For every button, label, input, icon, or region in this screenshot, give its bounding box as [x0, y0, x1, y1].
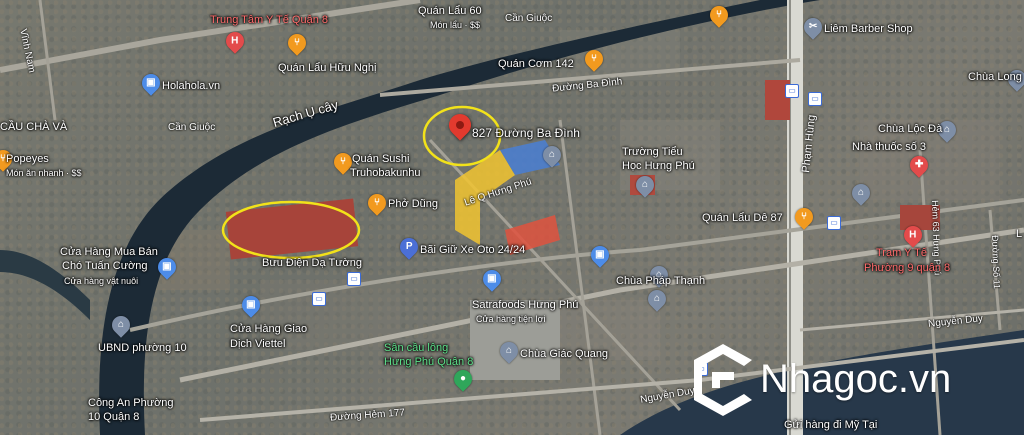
poi-cua-hang-viettel[interactable]: Cửa Hàng Giao [230, 323, 307, 335]
poi-quan-lau-huu-nghi[interactable]: Quán Lẩu Hữu Nghị [278, 62, 376, 74]
poi-quan-sushi[interactable]: Quán Sushi [352, 153, 409, 165]
poi-truong-tieu-hoc[interactable]: Trường Tiểu [622, 146, 683, 158]
poi-chua-loc-da[interactable]: Chùa Lộc Đà [878, 123, 942, 135]
poi-pho-dung[interactable]: Phở Dũng [388, 198, 438, 210]
poi-truong-tieu-hoc-2: Học Hưng Phú [622, 160, 695, 172]
poi-tram-y-te-2: Phường 9 quận 8 [864, 262, 951, 274]
poi-trung-tam-y-te[interactable]: Trung Tâm Y Tế Quận 8 [210, 14, 328, 26]
poi-cua-hang-mua-ban[interactable]: Cửa Hàng Mua Bán [60, 246, 158, 258]
poi-cong-an-2: 10 Quận 8 [88, 411, 140, 423]
poi-ubnd[interactable]: UBND phường 10 [98, 342, 187, 354]
poi-chua-phap-thanh[interactable]: Chùa Pháp Thạnh [616, 275, 705, 287]
bus-icon[interactable]: ▭ [785, 84, 799, 98]
poi-quan-lau-60[interactable]: Quán Lẩu 60 [418, 5, 482, 17]
poi-quan-lau-60-sub: Món lẩu · $$ [430, 20, 481, 30]
road-label-duong-so-11: Đường Số 11 [990, 235, 1002, 290]
poi-827-duong-ba-dinh[interactable]: 827 Đường Ba Đình [472, 127, 580, 139]
poi-cua-hang-viettel-2: Dịch Viettel [230, 338, 286, 350]
poi-cau-cha-va[interactable]: CẦU CHÀ VÀ [0, 121, 67, 133]
poi-cua-hang-mua-ban-sub: Cửa hàng vật nuôi [64, 276, 139, 286]
bus-icon[interactable]: ▭ [347, 272, 361, 286]
poi-popeyes-sub: Món ăn nhanh · $$ [6, 168, 82, 178]
poi-quan-com-142[interactable]: Quán Cơm 142 [498, 58, 574, 70]
poi-satrafoods[interactable]: Satrafoods Hưng Phú [472, 299, 578, 311]
bus-icon[interactable]: ▭ [312, 292, 326, 306]
bus-icon[interactable]: ▭ [827, 216, 841, 230]
nhagoc-logo-text: Nhagoc.vn [760, 357, 952, 401]
poi-san-cau-long-2: Hưng Phú Quận 8 [384, 356, 474, 368]
poi-liem-barber[interactable]: Liêm Barber Shop [824, 23, 913, 35]
poi-quan-lau-de-87[interactable]: Quán Lẩu Dê 87 [702, 212, 783, 224]
poi-bai-giu-xe[interactable]: Bãi Giữ Xe Oto 24/24 [420, 244, 525, 256]
poi-nha-thuoc[interactable]: Nhà thuốc số 3 [852, 141, 926, 153]
poi-tram-y-te[interactable]: Trạm Y Tế [876, 247, 927, 259]
nhagoc-logo-icon [694, 344, 752, 416]
nhagoc-logo: Nhagoc.vn [688, 336, 1018, 426]
poi-popeyes[interactable]: Popeyes [6, 153, 49, 165]
poi-quan-sushi-2: Truhobakunhu [350, 167, 421, 179]
road-label-can-giuoc-top: Cần Giuộc [505, 13, 553, 24]
poi-satrafoods-sub: Cửa hàng tiện lợi [476, 314, 546, 324]
poi-buu-dien[interactable]: Bưu Điện Dạ Tường [262, 257, 362, 269]
satrafoods-building [470, 300, 560, 380]
poi-cua-hang-mua-ban-2: Chó Tuấn Cường [62, 260, 148, 272]
poi-holahola[interactable]: Holahola.vn [162, 80, 220, 92]
poi-chua-giac-quang[interactable]: Chùa Giác Quang [520, 348, 608, 360]
poi-san-cau-long[interactable]: Sân cầu lông [384, 342, 448, 354]
bus-icon[interactable]: ▭ [808, 92, 822, 106]
satellite-map[interactable]: Cần Giuộc Cần Giuộc Vĩnh Nam Rạch Ụ cây … [0, 0, 1024, 435]
poi-chua-long[interactable]: Chùa Long [968, 71, 1022, 83]
road-label-can-giuoc-left: Cần Giuộc [168, 122, 216, 133]
road-label-l-edge: L [1016, 228, 1023, 240]
poi-cong-an[interactable]: Công An Phường [88, 397, 174, 409]
